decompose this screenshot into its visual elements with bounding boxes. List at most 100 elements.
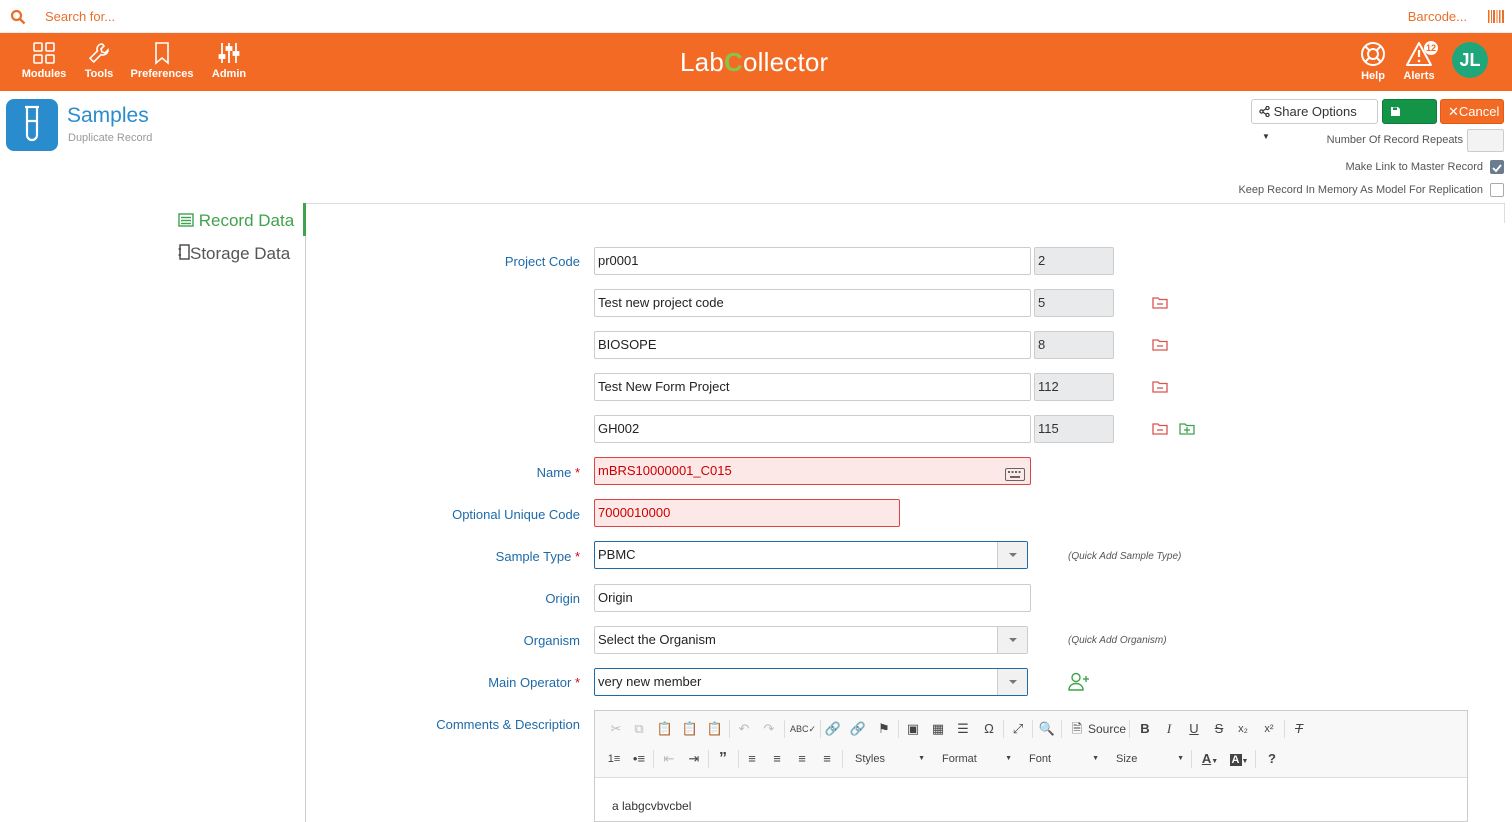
floppy-icon [1390, 104, 1401, 119]
remove-folder-icon[interactable] [1152, 380, 1168, 398]
text-color-icon[interactable]: A▼ [1198, 749, 1222, 769]
share-options-button[interactable]: Share Options ▼ [1251, 99, 1378, 141]
nav-modules[interactable]: Modules [21, 41, 67, 80]
user-avatar[interactable]: JL [1452, 42, 1488, 78]
labcollector-logo[interactable]: LabCollector [680, 47, 828, 78]
project-name-field[interactable]: pr0001 [594, 247, 1031, 275]
anchor-flag-icon[interactable]: ⚑ [874, 719, 894, 739]
chevron-down-icon[interactable] [997, 627, 1027, 653]
search-input[interactable]: Search for... [45, 9, 115, 24]
align-center-icon[interactable]: ≡ [767, 749, 787, 769]
toolbar-separator [1061, 720, 1062, 738]
image-icon[interactable]: ▣ [903, 719, 923, 739]
strikethrough-icon[interactable]: S [1209, 719, 1229, 739]
styles-dropdown[interactable]: Styles ▼ [855, 749, 925, 769]
toolbar-separator [898, 720, 899, 738]
remove-folder-icon[interactable] [1152, 422, 1168, 440]
paste-text-icon[interactable]: 📋 [680, 719, 700, 739]
quick-add-sample-type-link[interactable]: (Quick Add Sample Type) [1068, 551, 1181, 562]
remove-folder-icon[interactable] [1152, 338, 1168, 356]
styles-label: Styles [855, 753, 885, 765]
font-dropdown[interactable]: Font ▼ [1029, 749, 1099, 769]
underline-icon[interactable]: U [1184, 719, 1204, 739]
organism-select[interactable]: Select the Organism [594, 626, 1028, 654]
toolbar-separator [1284, 720, 1285, 738]
barcode-icon[interactable] [1488, 10, 1504, 28]
remove-format-icon[interactable]: T [1289, 719, 1309, 739]
align-right-icon[interactable]: ≡ [792, 749, 812, 769]
bold-icon[interactable]: B [1135, 719, 1155, 739]
format-dropdown[interactable]: Format ▼ [942, 749, 1012, 769]
project-name-field[interactable]: Test New Form Project [594, 373, 1031, 401]
record-repeats-input[interactable] [1467, 129, 1504, 152]
paste-icon[interactable]: 📋 [655, 719, 675, 739]
help-icon[interactable]: ? [1262, 749, 1282, 769]
cancel-button[interactable]: ✕Cancel [1440, 99, 1504, 124]
link-master-checkbox[interactable] [1490, 160, 1504, 174]
toolbar-separator [1129, 720, 1130, 738]
page-title: Samples [67, 104, 149, 127]
preview-icon[interactable]: 🔍 [1037, 719, 1057, 739]
nav-admin[interactable]: Admin [210, 41, 248, 80]
search-icon[interactable] [10, 9, 26, 30]
keyboard-icon[interactable] [1005, 464, 1025, 490]
size-dropdown[interactable]: Size ▼ [1116, 749, 1184, 769]
remove-folder-icon[interactable] [1152, 296, 1168, 314]
align-justify-icon[interactable]: ≡ [817, 749, 837, 769]
editor-content[interactable]: a labgcvbvcbel [612, 799, 691, 813]
add-user-icon[interactable] [1068, 672, 1090, 696]
numbered-list-icon[interactable]: 1≡ [604, 749, 624, 769]
check-icon [1492, 164, 1502, 173]
barcode-input[interactable]: Barcode... [1408, 9, 1467, 24]
origin-field[interactable]: Origin [594, 584, 1031, 612]
horizontal-rule-icon[interactable]: ☰ [953, 719, 973, 739]
align-left-icon[interactable]: ≡ [742, 749, 762, 769]
special-char-icon[interactable]: Ω [979, 719, 999, 739]
add-folder-icon[interactable] [1179, 422, 1195, 440]
top-search-bar: Search for... Barcode... [0, 0, 1512, 33]
nav-tools-label: Tools [84, 68, 114, 80]
nav-tools[interactable]: Tools [83, 41, 115, 80]
subscript-icon[interactable]: x₂ [1233, 719, 1253, 739]
bulleted-list-icon[interactable]: •≡ [629, 749, 649, 769]
italic-icon[interactable]: I [1159, 719, 1179, 739]
tab-storage-data[interactable]: Storage Data [178, 244, 290, 264]
source-icon[interactable]: 🗎 [1067, 719, 1087, 739]
chevron-down-icon[interactable] [997, 542, 1027, 568]
cut-icon[interactable]: ✂ [606, 719, 626, 739]
copy-icon[interactable]: ⧉ [629, 719, 649, 739]
spellcheck-icon[interactable]: ABC✓ [790, 719, 816, 739]
chevron-down-icon[interactable] [997, 669, 1027, 695]
sample-type-select[interactable]: PBMC [594, 541, 1028, 569]
quick-add-organism-link[interactable]: (Quick Add Organism) [1068, 635, 1167, 646]
unlink-icon[interactable]: 🔗 [848, 719, 868, 739]
project-name-field[interactable]: BIOSOPE [594, 331, 1031, 359]
name-field[interactable]: mBRS10000001_C015 [594, 457, 1031, 485]
maximize-icon[interactable]: ⤢ [1008, 719, 1028, 739]
superscript-icon[interactable]: x² [1259, 719, 1279, 739]
project-name-field[interactable]: Test new project code [594, 289, 1031, 317]
undo-icon[interactable]: ↶ [734, 719, 754, 739]
outdent-icon[interactable]: ⇤ [659, 749, 679, 769]
project-id-field: 5 [1034, 289, 1114, 317]
indent-icon[interactable]: ⇥ [684, 749, 704, 769]
operator-value: very new member [598, 674, 702, 689]
project-name-field[interactable]: GH002 [594, 415, 1031, 443]
operator-select[interactable]: very new member [594, 668, 1028, 696]
link-icon[interactable]: 🔗 [823, 719, 843, 739]
redo-icon[interactable]: ↷ [759, 719, 779, 739]
nav-help[interactable]: Help [1358, 41, 1388, 82]
nav-preferences[interactable]: Preferences [130, 41, 194, 80]
paste-word-icon[interactable]: 📋 [705, 719, 725, 739]
tab-record-data[interactable]: Record Data [178, 211, 294, 231]
background-color-icon[interactable]: A ▼ [1227, 749, 1251, 769]
unique-code-field[interactable]: 7000010000 [594, 499, 900, 527]
source-button[interactable]: Source [1088, 719, 1126, 739]
rich-text-editor[interactable]: ✂ ⧉ 📋 📋 📋 ↶ ↷ ABC✓ 🔗 🔗 ⚑ ▣ ▦ ☰ Ω ⤢ 🔍 🗎 S… [594, 710, 1468, 822]
editor-toolbar: ✂ ⧉ 📋 📋 📋 ↶ ↷ ABC✓ 🔗 🔗 ⚑ ▣ ▦ ☰ Ω ⤢ 🔍 🗎 S… [595, 711, 1467, 778]
table-icon[interactable]: ▦ [928, 719, 948, 739]
keep-memory-checkbox[interactable] [1490, 183, 1504, 197]
caret-down-icon: ▼ [1005, 755, 1012, 762]
save-button[interactable]: Save [1382, 99, 1437, 142]
blockquote-icon[interactable]: ” [713, 749, 733, 769]
